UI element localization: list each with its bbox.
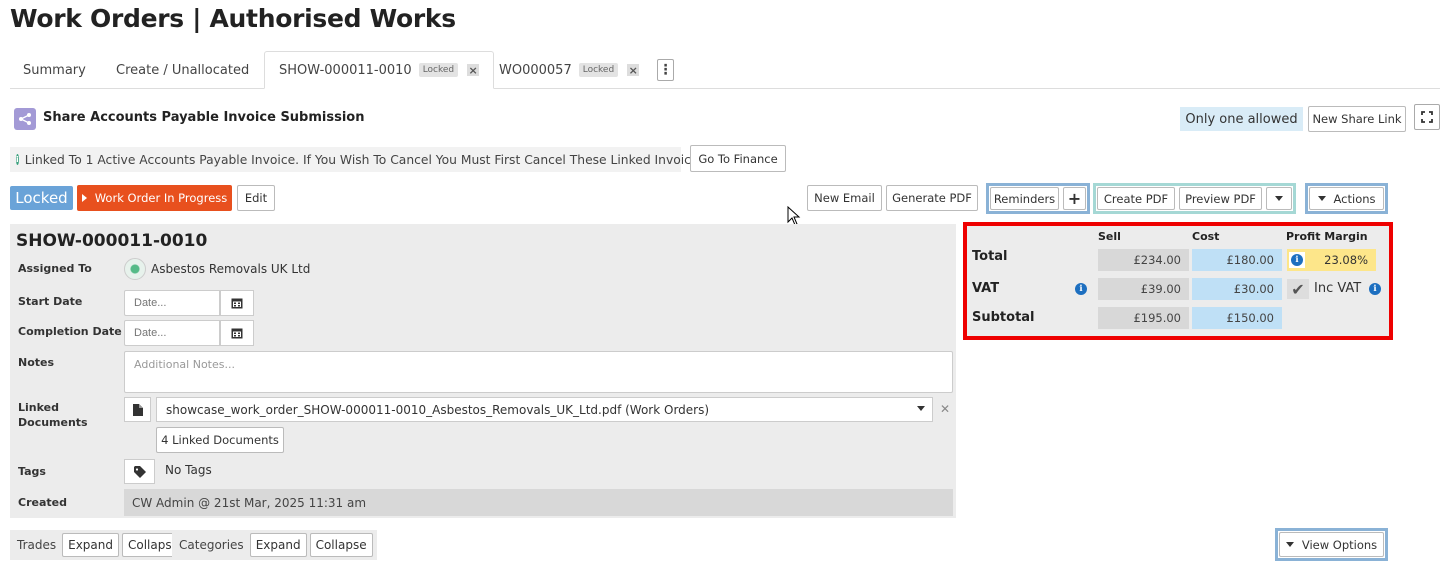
tab-label: WO000057 (499, 62, 572, 78)
status-button-label: Work Order In Progress (94, 191, 228, 205)
pdf-options-dropdown[interactable] (1266, 187, 1292, 210)
vat-sell-value: £39.00 (1098, 278, 1189, 300)
calendar-icon[interactable] (220, 290, 254, 316)
categories-label: Categories (179, 538, 244, 552)
vat-cost-value: £30.00 (1192, 278, 1282, 300)
cost-header: Cost (1192, 230, 1220, 243)
categories-expand-button[interactable]: Expand (249, 533, 307, 557)
inc-vat-label: Inc VAT (1314, 281, 1362, 296)
assigned-to-label: Assigned To (18, 262, 92, 275)
total-sell-value: £234.00 (1098, 249, 1189, 271)
tags-label: Tags (18, 465, 46, 478)
sell-header: Sell (1098, 230, 1121, 243)
trades-controls: Trades Expand Collapse (10, 530, 189, 560)
tab-label: Create / Unallocated (116, 62, 250, 78)
preview-pdf-button[interactable]: Preview PDF (1179, 187, 1262, 210)
start-date-input[interactable] (124, 290, 220, 316)
linked-documents-count-button[interactable]: 4 Linked Documents (156, 427, 284, 453)
tab-label: SHOW-000011-0010 (279, 62, 412, 78)
subtotal-label: Subtotal (972, 310, 1035, 325)
add-reminder-icon[interactable]: + (1063, 187, 1086, 210)
company-logo-icon (124, 258, 146, 280)
info-icon[interactable]: i (1075, 283, 1087, 295)
subtotal-cost-value: £150.00 (1192, 307, 1282, 329)
tab-summary[interactable]: Summary (23, 51, 86, 89)
tag-icon[interactable] (124, 459, 155, 484)
work-order-status-button[interactable]: Work Order In Progress (77, 185, 232, 211)
new-email-button[interactable]: New Email (807, 185, 882, 211)
view-options-label: View Options (1301, 537, 1378, 552)
info-icon: i (16, 154, 19, 165)
notes-label: Notes (18, 356, 55, 369)
profit-margin-header: Profit Margin (1286, 230, 1368, 243)
mouse-cursor-icon (787, 206, 801, 226)
start-date-label: Start Date (18, 295, 83, 308)
create-pdf-button[interactable]: Create PDF (1097, 187, 1175, 210)
close-icon[interactable]: × (467, 64, 480, 76)
tab-wo000057[interactable]: WO000057 Locked × (499, 51, 640, 89)
tab-show-000011-0010[interactable]: SHOW-000011-0010 Locked × (264, 51, 495, 89)
edit-button[interactable]: Edit (237, 185, 275, 211)
subtotal-sell-value: £195.00 (1098, 307, 1189, 329)
linked-documents-label: Linked (18, 401, 59, 414)
clear-icon[interactable]: ✕ (940, 402, 950, 416)
linked-invoice-notice: i Linked To 1 Active Accounts Payable In… (10, 147, 709, 172)
go-to-finance-button[interactable]: Go To Finance (690, 145, 786, 172)
completion-date-input[interactable] (124, 320, 220, 346)
chevron-down-icon (1285, 542, 1294, 547)
notice-text: Linked To 1 Active Accounts Payable Invo… (24, 152, 709, 167)
selected-document: showcase_work_order_SHOW-000011-0010_Asb… (166, 402, 710, 417)
new-share-link-button[interactable]: New Share Link (1308, 106, 1406, 132)
tab-create-unallocated[interactable]: Create / Unallocated (116, 51, 249, 89)
more-vertical-icon[interactable]: ⋮ (657, 59, 674, 81)
tabs-menu[interactable]: ⋮ (657, 51, 674, 89)
document-icon[interactable] (124, 397, 151, 422)
vat-label: VAT (972, 281, 1000, 296)
work-order-id: SHOW-000011-0010 (16, 231, 208, 251)
generate-pdf-button[interactable]: Generate PDF (886, 185, 978, 211)
tab-bar: Summary Create / Unallocated SHOW-000011… (10, 51, 1440, 89)
total-cost-value: £180.00 (1192, 249, 1282, 271)
calendar-icon[interactable] (220, 320, 254, 346)
linked-documents-label: Documents (18, 416, 88, 429)
categories-collapse-button[interactable]: Collapse (309, 533, 373, 557)
created-value: CW Admin @ 21st Mar, 2025 11:31 am (124, 489, 953, 516)
locked-badge: Locked (418, 63, 459, 77)
info-icon[interactable]: i (1369, 283, 1381, 295)
assigned-company[interactable]: Asbestos Removals UK Ltd (151, 262, 310, 276)
categories-controls: Categories Expand Collapse (172, 530, 377, 560)
caret-right-icon (81, 194, 87, 202)
chevron-down-icon (917, 406, 925, 411)
close-icon[interactable]: × (627, 64, 640, 76)
page-title: Work Orders | Authorised Works (10, 4, 456, 33)
actions-label: Actions (1333, 191, 1376, 206)
completion-date-label: Completion Date (18, 325, 122, 338)
share-limit-notice: Only one allowed (1180, 107, 1303, 131)
info-icon[interactable]: i (1289, 252, 1305, 268)
trades-label: Trades (17, 538, 57, 552)
tags-value: No Tags (165, 463, 212, 477)
fullscreen-icon[interactable] (1414, 104, 1440, 130)
share-section-title: Share Accounts Payable Invoice Submissio… (43, 110, 365, 125)
linked-document-select[interactable]: showcase_work_order_SHOW-000011-0010_Asb… (156, 397, 933, 422)
chevron-down-icon (1317, 196, 1326, 201)
inc-vat-checkbox[interactable]: ✔ (1287, 279, 1309, 299)
notes-textarea[interactable]: Additional Notes... (124, 351, 953, 393)
locked-status-label: Locked (10, 186, 73, 210)
locked-badge: Locked (578, 63, 619, 77)
tab-label: Summary (23, 62, 86, 78)
total-label: Total (972, 249, 1008, 264)
reminders-button[interactable]: Reminders (990, 187, 1059, 210)
trades-expand-button[interactable]: Expand (62, 533, 119, 557)
profit-margin-text: 23.08% (1324, 253, 1368, 267)
created-label: Created (18, 496, 67, 509)
share-icon (14, 108, 36, 130)
profit-margin-value: i 23.08% (1287, 249, 1376, 271)
chevron-down-icon (1275, 196, 1283, 201)
actions-button[interactable]: Actions (1309, 187, 1384, 210)
view-options-button[interactable]: View Options (1279, 532, 1384, 557)
